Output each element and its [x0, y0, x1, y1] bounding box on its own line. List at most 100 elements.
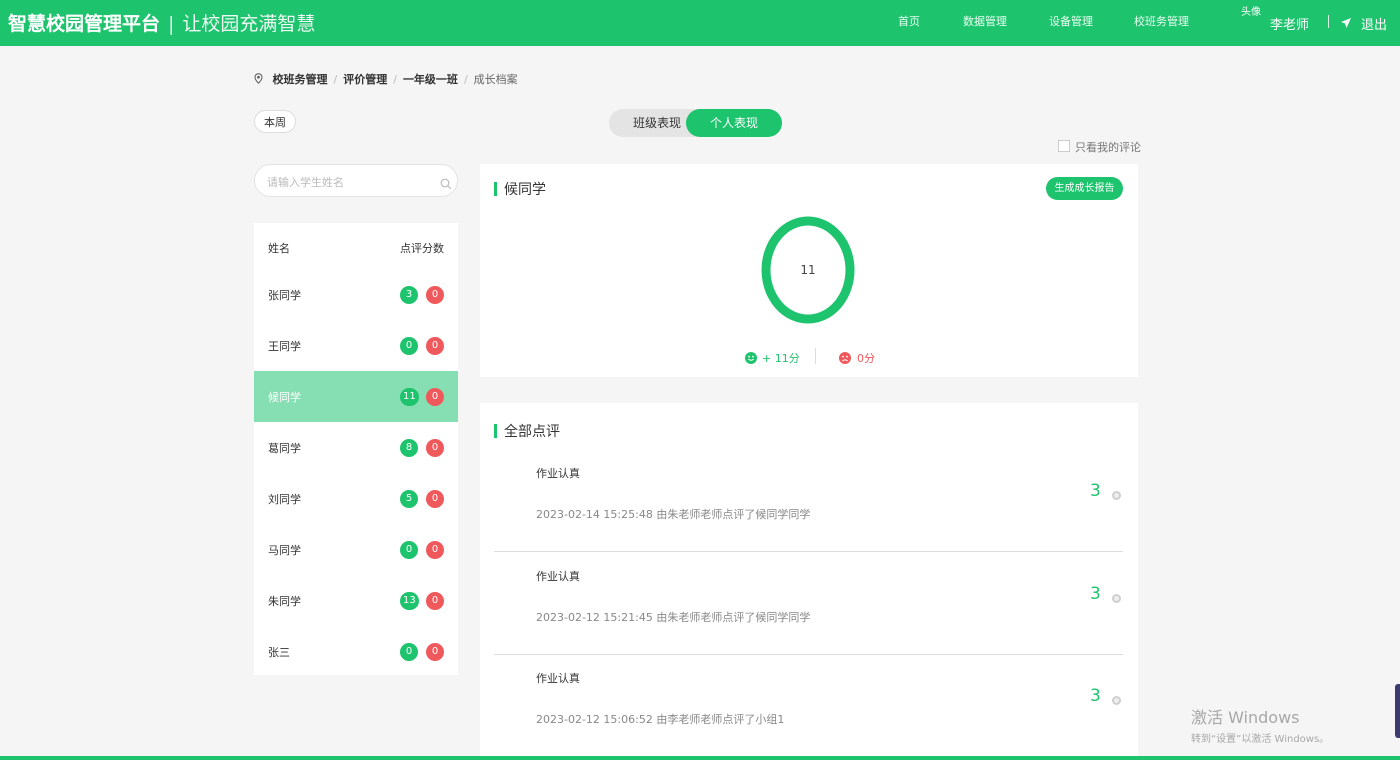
student-row[interactable]: 张同学 3 0: [254, 269, 458, 320]
student-name: 葛同学: [268, 442, 301, 455]
positive-score-badge: 0: [400, 541, 418, 559]
positive-points: + 11分: [762, 352, 800, 365]
brand-slogan: 让校园充满智慧: [182, 13, 316, 35]
watermark-line2: 转到“设置”以激活 Windows。: [1191, 734, 1330, 745]
breadcrumb-item-class[interactable]: 一年级一班: [403, 73, 458, 86]
student-name: 刘同学: [268, 493, 301, 506]
student-profile-card: 候同学 生成成长报告 11 + 11分 0分: [480, 164, 1138, 377]
student-row[interactable]: 葛同学 8 0: [254, 422, 458, 473]
send-icon[interactable]: [1340, 14, 1352, 33]
comment-meta: 2023-02-14 15:25:48 由朱老师老师点评了候同学同学: [536, 508, 811, 521]
breadcrumb-separator: /: [333, 73, 338, 86]
performance-tabs: 班级表现 个人表现: [609, 109, 782, 137]
location-pin-icon: [254, 73, 263, 87]
only-my-comments-label: 只看我的评论: [1075, 141, 1141, 154]
negative-score-badge: 0: [426, 592, 444, 610]
search-input[interactable]: [265, 172, 429, 192]
user-name[interactable]: 李老师: [1270, 14, 1309, 33]
week-filter-button[interactable]: 本周: [254, 110, 296, 133]
bottom-accent-line: [0, 756, 1400, 760]
windows-activation-watermark: 激活 Windows 转到“设置”以激活 Windows。: [1191, 704, 1329, 745]
positive-score-badge: 8: [400, 439, 418, 457]
comment-item: 作业认真 2023-02-14 15:25:48 由朱老师老师点评了候同学同学 …: [494, 449, 1123, 552]
negative-score-badge: 0: [426, 388, 444, 406]
comment-title: 作业认真: [536, 467, 580, 480]
header-divider: [1328, 15, 1329, 28]
total-score: 11: [800, 263, 816, 277]
search-icon[interactable]: [440, 175, 452, 194]
comment-item: 作业认真 2023-02-12 15:21:45 由朱老师老师点评了候同学同学 …: [494, 552, 1123, 655]
remove-comment-icon[interactable]: [1112, 696, 1121, 705]
comment-meta: 2023-02-12 15:21:45 由朱老师老师点评了候同学同学: [536, 611, 811, 624]
student-row[interactable]: 王同学 0 0: [254, 320, 458, 371]
nav-home[interactable]: 首页: [898, 0, 920, 46]
comment-title: 作业认真: [536, 672, 580, 685]
points-divider: [815, 348, 816, 364]
breadcrumb: 校班务管理 / 评价管理 / 一年级一班 / 成长档案: [254, 71, 518, 87]
breadcrumb-separator: /: [393, 73, 397, 86]
comment-score: 3: [1090, 481, 1101, 501]
nav-school-class-management[interactable]: 校班务管理: [1134, 0, 1189, 46]
negative-score-badge: 0: [426, 643, 444, 661]
student-name: 马同学: [268, 544, 301, 557]
negative-score-badge: 0: [426, 286, 444, 304]
breadcrumb-current: 成长档案: [473, 73, 518, 86]
nav-device-management[interactable]: 设备管理: [1049, 0, 1093, 46]
positive-score-badge: 0: [400, 643, 418, 661]
student-row[interactable]: 朱同学 13 0: [254, 575, 458, 626]
student-row-selected[interactable]: 候同学 11 0: [254, 371, 458, 422]
smile-icon: [745, 349, 757, 368]
generate-report-button[interactable]: 生成成长报告: [1046, 177, 1123, 200]
positive-score-badge: 13: [400, 592, 419, 610]
title-accent-bar: [494, 182, 497, 196]
positive-score-badge: 0: [400, 337, 418, 355]
checkbox-box[interactable]: [1058, 140, 1070, 152]
positive-score-badge: 3: [400, 286, 418, 304]
brand: 智慧校园管理平台 | 让校园充满智慧: [8, 9, 315, 36]
remove-comment-icon[interactable]: [1112, 594, 1121, 603]
student-row[interactable]: 马同学 0 0: [254, 524, 458, 575]
edge-widget[interactable]: [1395, 684, 1400, 738]
brand-separator: |: [168, 13, 175, 35]
comment-title: 作业认真: [536, 570, 580, 583]
student-title: 候同学: [504, 182, 546, 198]
comment-meta: 2023-02-12 15:06:52 由李老师老师点评了小组1: [536, 713, 785, 726]
negative-points: 0分: [857, 352, 875, 365]
top-header: 智慧校园管理平台 | 让校园充满智慧 首页 数据管理 设备管理 校班务管理 头像 李…: [0, 0, 1400, 46]
student-name: 候同学: [268, 391, 301, 404]
student-name: 王同学: [268, 340, 301, 353]
comment-score: 3: [1090, 584, 1101, 604]
student-row[interactable]: 刘同学 5 0: [254, 473, 458, 524]
positive-score-badge: 11: [400, 388, 419, 406]
avatar[interactable]: 头像: [1241, 7, 1261, 18]
all-comments-card: 全部点评 作业认真 2023-02-14 15:25:48 由朱老师老师点评了候…: [480, 403, 1138, 760]
negative-score-badge: 0: [426, 541, 444, 559]
negative-score-badge: 0: [426, 439, 444, 457]
only-my-comments-checkbox[interactable]: 只看我的评论: [1058, 139, 1141, 155]
student-row[interactable]: 张三 0 0: [254, 626, 458, 677]
student-list-header: 姓名 点评分数: [254, 223, 458, 269]
watermark-line1: 激活 Windows: [1191, 708, 1300, 727]
comments-title: 全部点评: [504, 424, 560, 440]
student-list: 姓名 点评分数 张同学 3 0 王同学 0 0 候同学 11 0 葛同学 8 0…: [254, 223, 458, 675]
student-search: [254, 164, 458, 197]
tab-personal-performance[interactable]: 个人表现: [686, 109, 782, 137]
nav-data-management[interactable]: 数据管理: [963, 0, 1007, 46]
breadcrumb-item-evaluation[interactable]: 评价管理: [343, 73, 387, 86]
logout-button[interactable]: 退出: [1361, 14, 1387, 33]
student-name: 张三: [268, 646, 290, 659]
title-accent-bar: [494, 424, 497, 438]
breadcrumb-separator: /: [463, 73, 468, 86]
positive-score-badge: 5: [400, 490, 418, 508]
brand-title: 智慧校园管理平台: [8, 13, 161, 35]
negative-score-badge: 0: [426, 337, 444, 355]
comment-score: 3: [1090, 686, 1101, 706]
student-name: 张同学: [268, 289, 301, 302]
frown-icon: [839, 349, 851, 368]
comment-item: 作业认真 2023-02-12 15:06:52 由李老师老师点评了小组1 3: [494, 654, 1123, 757]
negative-score-badge: 0: [426, 490, 444, 508]
remove-comment-icon[interactable]: [1112, 491, 1121, 500]
breadcrumb-item-school-class[interactable]: 校班务管理: [273, 73, 328, 86]
column-score: 点评分数: [400, 242, 444, 255]
column-name: 姓名: [268, 242, 290, 255]
